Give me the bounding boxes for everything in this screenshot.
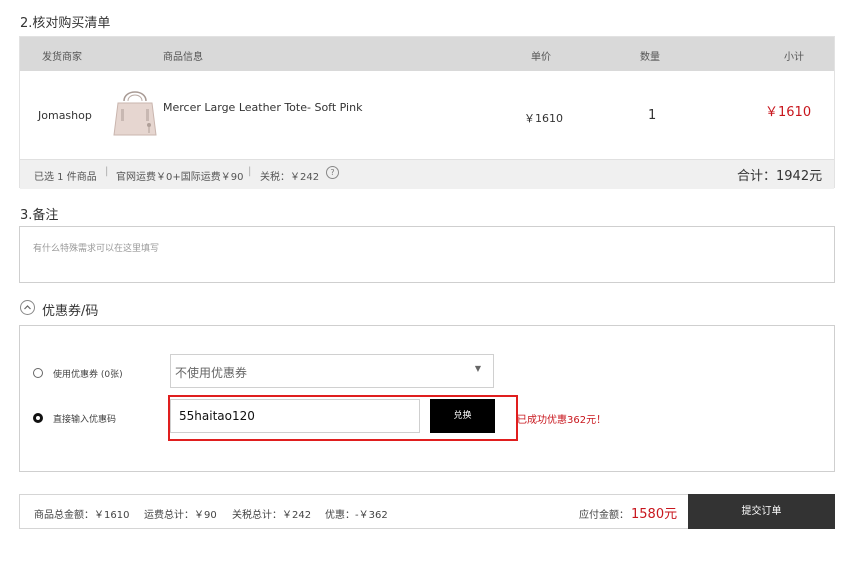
unit-price: ￥1610 <box>524 112 563 125</box>
quantity: 1 <box>648 108 657 123</box>
submit-order-button[interactable]: 提交订单 <box>688 494 835 529</box>
discount: 优惠：-￥362 <box>325 510 388 521</box>
tax-total: 关税总计：￥242 <box>232 510 312 521</box>
product-name[interactable]: Mercer Large Leather Tote- Soft Pink <box>163 101 362 114</box>
header-subtotal: 小计 <box>784 52 804 63</box>
item-count: 已选 1 件商品 <box>34 172 97 183</box>
order-total: 合计：1942元 <box>737 169 823 184</box>
coupon-panel: 使用优惠券 (0张) 不使用优惠券 ▼ 直接输入优惠码 55haitao120 … <box>19 325 835 472</box>
payable-amount: 1580元 <box>631 507 678 522</box>
success-message: 已成功优惠362元！ <box>517 415 607 426</box>
section-title-remarks: 3.备注 <box>20 208 59 223</box>
dropdown-arrow-icon: ▼ <box>474 364 481 373</box>
use-coupon-radio[interactable] <box>33 368 43 378</box>
help-icon[interactable]: ? <box>326 166 339 179</box>
tax-info: 关税：￥242 <box>260 172 320 183</box>
order-table: 发货商家 商品信息 单价 数量 小计 Jomashop Mercer Large… <box>19 36 835 189</box>
header-price: 单价 <box>531 52 551 63</box>
coupon-toggle-label[interactable]: 优惠券/码 <box>42 300 98 319</box>
shipping-info: 官网运费￥0+国际运费￥90 <box>116 172 244 183</box>
table-row: Jomashop Mercer Large Leather Tote- Soft… <box>20 71 834 159</box>
goods-total: 商品总金额：￥1610 <box>34 510 130 521</box>
shipping-total: 运费总计：￥90 <box>144 510 217 521</box>
separator: | <box>248 166 252 177</box>
summary-bar: 已选 1 件商品 | 官网运费￥0+国际运费￥90 | 关税：￥242 ? 合计… <box>20 159 834 189</box>
remarks-textarea[interactable]: 有什么特殊需求可以在这里填写 <box>19 226 835 283</box>
row-subtotal: ￥1610 <box>765 105 812 120</box>
highlight-frame <box>168 395 518 441</box>
use-coupon-label: 使用优惠券 (0张) <box>53 370 123 380</box>
header-qty: 数量 <box>640 52 660 63</box>
section-title-checkout-list: 2.核对购买清单 <box>20 16 111 31</box>
product-image[interactable] <box>112 87 158 139</box>
table-header: 发货商家 商品信息 单价 数量 小计 <box>20 37 834 71</box>
payable-label: 应付金额： <box>579 510 629 521</box>
direct-code-radio[interactable] <box>33 413 43 423</box>
coupon-select-value: 不使用优惠券 <box>175 366 248 380</box>
coupon-select[interactable]: 不使用优惠券 ▼ <box>170 354 494 388</box>
footer-bar: 商品总金额：￥1610 运费总计：￥90 关税总计：￥242 优惠：-￥362 … <box>19 494 835 529</box>
seller-name: Jomashop <box>38 109 92 122</box>
direct-code-label: 直接输入优惠码 <box>53 415 117 425</box>
header-seller: 发货商家 <box>42 52 82 63</box>
header-product: 商品信息 <box>163 52 203 63</box>
collapse-up-icon[interactable] <box>20 300 35 315</box>
remarks-placeholder: 有什么特殊需求可以在这里填写 <box>33 244 160 254</box>
separator: | <box>105 166 109 177</box>
